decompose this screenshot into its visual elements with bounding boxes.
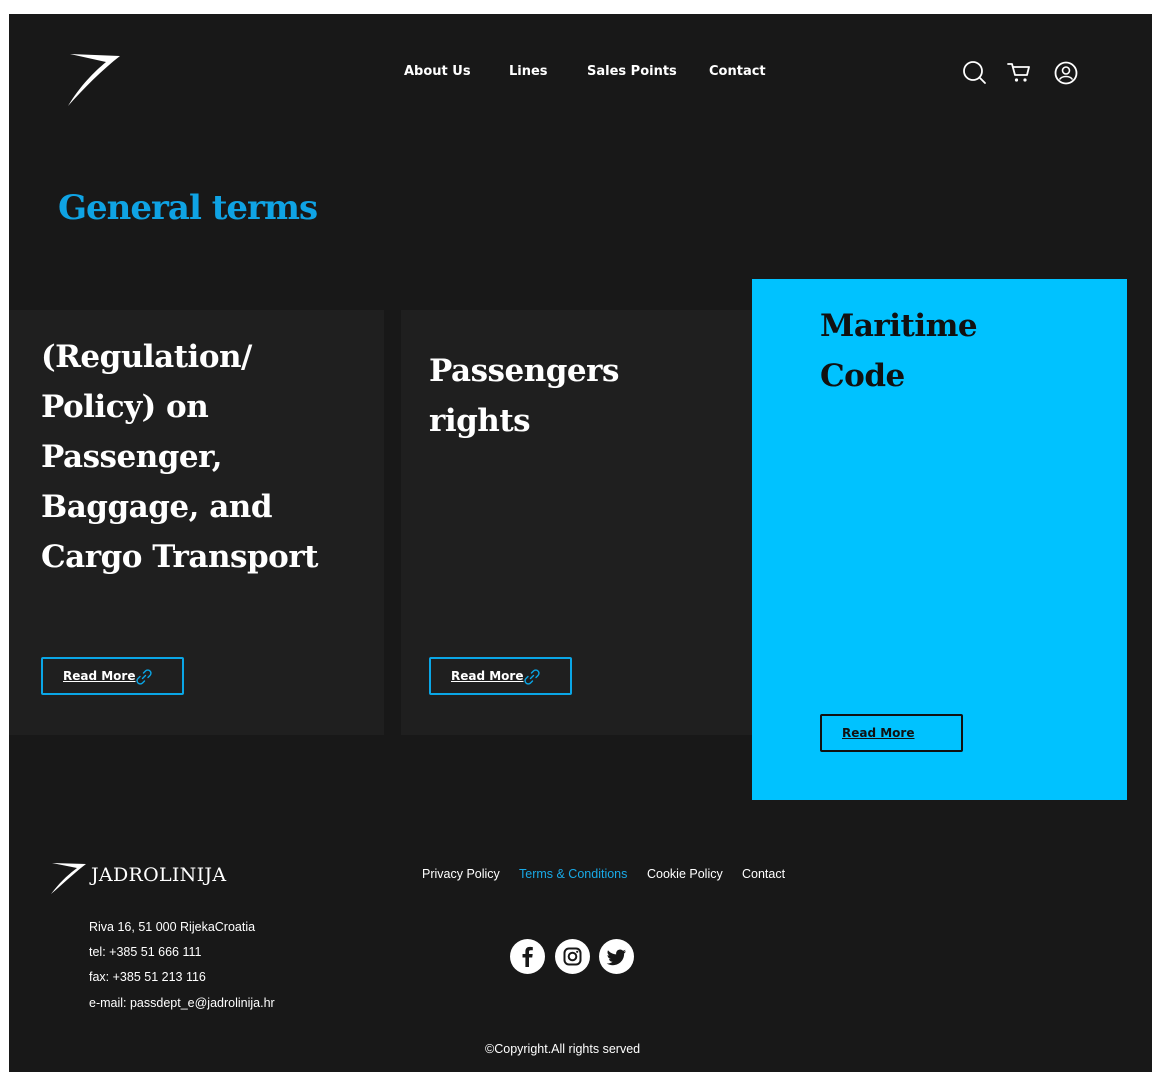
user-icon[interactable] — [1053, 60, 1079, 86]
terms-card-maritime-code: Maritime Code Read More — [752, 279, 1127, 800]
footer-link-contact[interactable]: Contact — [742, 867, 785, 881]
nav-lines[interactable]: Lines — [509, 64, 548, 79]
link-icon — [524, 669, 540, 685]
nav-sales-points[interactable]: Sales Points — [587, 64, 677, 79]
nav-contact[interactable]: Contact — [709, 64, 766, 79]
footer-tel: tel: +385 51 666 111 — [89, 945, 202, 959]
footer-link-privacy-policy[interactable]: Privacy Policy — [422, 867, 500, 881]
twitter-icon — [606, 949, 626, 966]
nav-about-us[interactable]: About Us — [404, 64, 471, 79]
search-icon[interactable] — [961, 60, 987, 86]
facebook-link[interactable] — [510, 939, 545, 974]
footer-logo-icon[interactable] — [48, 860, 88, 896]
instagram-icon — [563, 947, 582, 966]
facebook-icon — [522, 946, 533, 967]
footer-link-terms-conditions[interactable]: Terms & Conditions — [519, 867, 627, 881]
twitter-link[interactable] — [599, 939, 634, 974]
footer-link-cookie-policy[interactable]: Cookie Policy — [647, 867, 723, 881]
card-title: (Regulation/ Policy) on Passenger, Bagga… — [41, 339, 318, 575]
page-frame: About Us Lines Sales Points Contact Gene… — [9, 14, 1152, 1072]
footer-brand: JADROLINIJA — [91, 864, 227, 886]
read-more-button[interactable]: Read More — [41, 657, 184, 695]
footer-email: e-mail: passdept_e@jadrolinija.hr — [89, 996, 275, 1010]
card-title: Maritime Code — [820, 308, 978, 394]
link-icon — [136, 669, 152, 685]
read-more-button[interactable]: Read More — [429, 657, 572, 695]
jadrolinija-logo[interactable] — [62, 50, 122, 110]
page-title: General terms — [58, 188, 318, 228]
read-more-button[interactable]: Read More — [820, 714, 963, 752]
terms-card-regulation: (Regulation/ Policy) on Passenger, Bagga… — [9, 310, 384, 735]
card-title: Passengers rights — [429, 353, 619, 439]
cart-icon[interactable] — [1006, 60, 1032, 86]
instagram-link[interactable] — [555, 939, 590, 974]
footer-address: Riva 16, 51 000 RijekaCroatia — [89, 920, 256, 934]
footer-fax: fax: +385 51 213 116 — [89, 970, 206, 984]
copyright-text: ©Copyright.All rights served — [485, 1042, 641, 1056]
terms-card-passengers-rights: Passengers rights Read More — [401, 310, 753, 735]
